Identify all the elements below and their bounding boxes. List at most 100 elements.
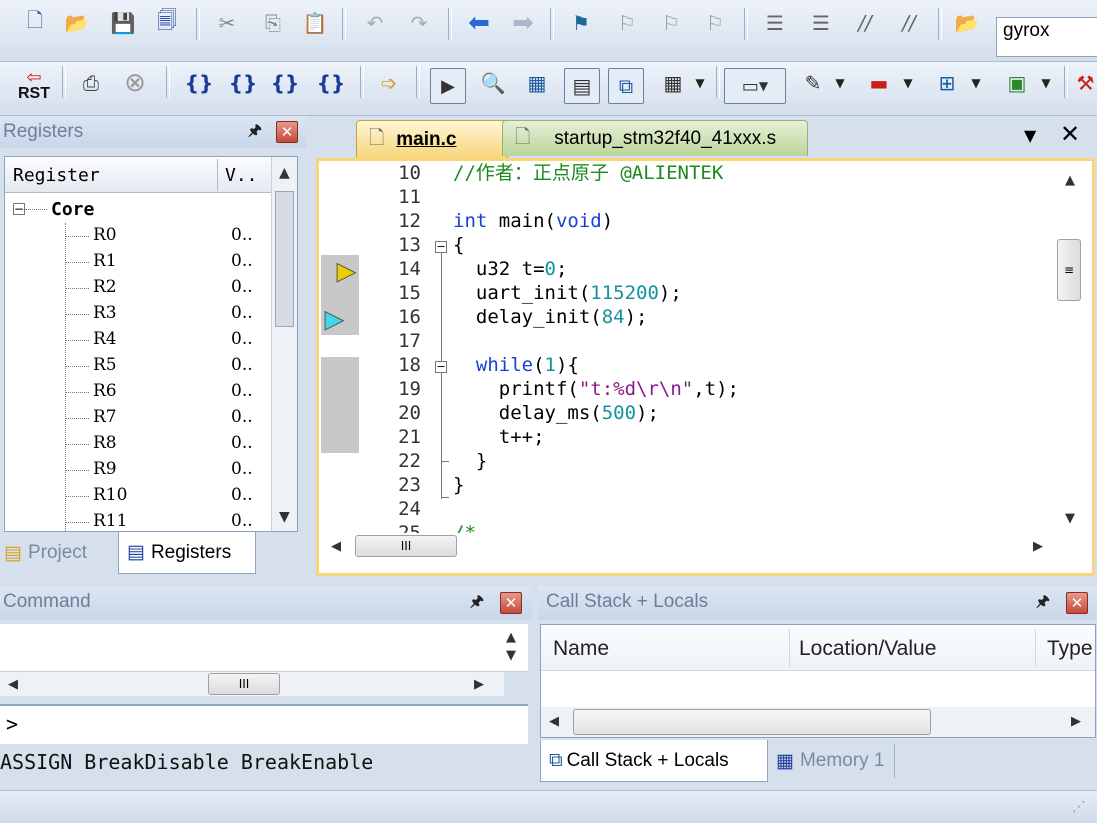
editor-vscroll[interactable]: ▲ ≡ ▼: [1055, 161, 1089, 531]
scroll-up-arrow[interactable]: ▲: [1065, 173, 1075, 188]
tab-main-c[interactable]: 🗋 main.c: [356, 120, 508, 158]
indent-icon[interactable]: ☰: [758, 6, 792, 40]
tab-memory[interactable]: ▦ Memory 1: [776, 744, 896, 778]
chevron-down-icon[interactable]: ▼: [690, 66, 710, 100]
tree-expander[interactable]: −: [13, 203, 25, 215]
register-row[interactable]: R4 0..: [5, 327, 275, 353]
command-hscroll[interactable]: ◀ III ▶: [0, 672, 504, 696]
cut-icon[interactable]: ✂: [210, 6, 244, 40]
system-viewer-icon[interactable]: ▣: [1000, 66, 1034, 100]
open-file-icon[interactable]: 📂: [60, 6, 94, 40]
clear-bookmarks-icon[interactable]: ⚐: [698, 6, 732, 40]
callstack-hscroll[interactable]: ◀ ▶: [541, 707, 1095, 737]
run-icon[interactable]: ⎙: [74, 66, 108, 100]
scroll-down-arrow[interactable]: ▼: [506, 648, 516, 663]
close-icon[interactable]: ✕: [276, 121, 298, 143]
col-name-header[interactable]: Name: [553, 637, 609, 661]
prev-bookmark-icon[interactable]: ⚐: [610, 6, 644, 40]
command-window-icon[interactable]: ▶: [430, 68, 466, 104]
step-over-icon[interactable]: {}: [226, 66, 260, 100]
resize-grip-icon[interactable]: ⋰: [1072, 799, 1086, 815]
register-row[interactable]: R6 0..: [5, 379, 275, 405]
callstack-grid[interactable]: Name Location/Value Type ◀ ▶: [540, 624, 1096, 738]
uncomment-icon[interactable]: //: [892, 6, 926, 40]
scroll-thumb[interactable]: [573, 709, 931, 735]
toolbox-icon[interactable]: ⚒: [1074, 66, 1097, 100]
scroll-thumb[interactable]: III: [355, 535, 457, 557]
undo-icon[interactable]: ↶: [358, 6, 392, 40]
step-out-icon[interactable]: {}: [268, 66, 302, 100]
symbols-window-icon[interactable]: ▦: [520, 66, 554, 100]
find-in-files-icon[interactable]: 📂: [950, 6, 984, 40]
tree-group-core[interactable]: Core: [51, 199, 94, 220]
scroll-thumb[interactable]: ≡: [1057, 239, 1081, 301]
registers-window-icon[interactable]: ▤: [564, 68, 600, 104]
serial-window-icon[interactable]: ✎: [796, 66, 830, 100]
scroll-down-arrow[interactable]: ▼: [1065, 511, 1075, 526]
disassembly-window-icon[interactable]: 🔍: [476, 66, 510, 100]
scroll-right-arrow[interactable]: ▶: [1071, 714, 1081, 729]
run-to-cursor-icon[interactable]: {}: [314, 66, 348, 100]
save-all-icon[interactable]: 🗐: [150, 6, 184, 40]
register-row[interactable]: R3 0..: [5, 301, 275, 327]
editor-hscroll[interactable]: ◀ III ▶: [319, 533, 1055, 573]
register-row[interactable]: R11 0..: [5, 509, 275, 531]
navigate-back-icon[interactable]: ⬅: [462, 6, 496, 40]
col-location-header[interactable]: Location/Value: [799, 637, 936, 661]
call-stack-window-icon[interactable]: ⧉: [608, 68, 644, 104]
step-into-icon[interactable]: {}: [182, 66, 216, 100]
analysis-window-icon[interactable]: ▬: [862, 66, 896, 100]
pin-icon[interactable]: 🖈: [244, 121, 266, 143]
close-editor-icon[interactable]: ✕: [1060, 120, 1080, 148]
register-row[interactable]: R8 0..: [5, 431, 275, 457]
register-row[interactable]: R9 0..: [5, 457, 275, 483]
tab-list-dropdown-icon[interactable]: ▼: [1024, 126, 1036, 145]
register-row[interactable]: R5 0..: [5, 353, 275, 379]
code-editor[interactable]: ▶ ▶ − − 10//作者：正点原子 @ALIENTEK 11 12 int m…: [316, 158, 1095, 576]
paste-icon[interactable]: 📋: [298, 6, 332, 40]
reset-button[interactable]: ⇦ RST: [16, 68, 52, 106]
scroll-thumb[interactable]: [275, 191, 294, 327]
redo-icon[interactable]: ↷: [402, 6, 436, 40]
tab-startup-s[interactable]: 🗋 startup_stm32f40_41xxx.s: [502, 120, 808, 156]
chevron-down-icon[interactable]: ▼: [898, 66, 918, 100]
col-type-header[interactable]: Type: [1047, 637, 1093, 661]
scroll-up-arrow[interactable]: ▲: [279, 165, 290, 181]
scroll-down-arrow[interactable]: ▼: [279, 509, 290, 525]
scroll-up-arrow[interactable]: ▲: [506, 630, 516, 645]
trace-window-icon[interactable]: ⊞: [930, 66, 964, 100]
register-row[interactable]: R10 0..: [5, 483, 275, 509]
navigate-forward-icon[interactable]: ➡: [506, 6, 540, 40]
scroll-right-arrow[interactable]: ▶: [474, 677, 484, 692]
value-col-header[interactable]: V..: [225, 165, 258, 186]
stop-icon[interactable]: ⊗: [118, 66, 152, 100]
watch-window-icon[interactable]: ▦: [656, 66, 690, 100]
register-row[interactable]: R0 0..: [5, 223, 275, 249]
tab-registers[interactable]: ▤ Registers: [118, 532, 256, 574]
memory-window-icon[interactable]: ▭ ▼: [724, 68, 786, 104]
pin-icon[interactable]: 🖈: [1032, 592, 1054, 614]
save-icon[interactable]: 💾: [106, 6, 140, 40]
scroll-left-arrow[interactable]: ◀: [549, 714, 559, 729]
scroll-thumb[interactable]: III: [208, 673, 280, 695]
scroll-right-arrow[interactable]: ▶: [1033, 539, 1043, 554]
scroll-left-arrow[interactable]: ◀: [331, 539, 341, 554]
bookmark-icon[interactable]: ⚑: [564, 6, 598, 40]
pin-icon[interactable]: 🖈: [466, 592, 488, 614]
tab-callstack[interactable]: ⧉ Call Stack + Locals: [540, 740, 768, 782]
show-next-statement-icon[interactable]: ➩: [372, 66, 406, 100]
find-combo[interactable]: gyrox: [996, 17, 1097, 57]
close-icon[interactable]: ✕: [1066, 592, 1088, 614]
new-file-icon[interactable]: 🗋: [18, 6, 52, 40]
command-input[interactable]: >: [0, 704, 528, 744]
unindent-icon[interactable]: ☰: [804, 6, 838, 40]
tab-project[interactable]: ▤ Project: [4, 536, 87, 570]
comment-icon[interactable]: //: [848, 6, 882, 40]
register-row[interactable]: R2 0..: [5, 275, 275, 301]
chevron-down-icon[interactable]: ▼: [966, 66, 986, 100]
scroll-left-arrow[interactable]: ◀: [8, 677, 18, 692]
register-row[interactable]: R1 0..: [5, 249, 275, 275]
close-icon[interactable]: ✕: [500, 592, 522, 614]
next-bookmark-icon[interactable]: ⚐: [654, 6, 688, 40]
register-col-header[interactable]: Register: [13, 165, 100, 186]
